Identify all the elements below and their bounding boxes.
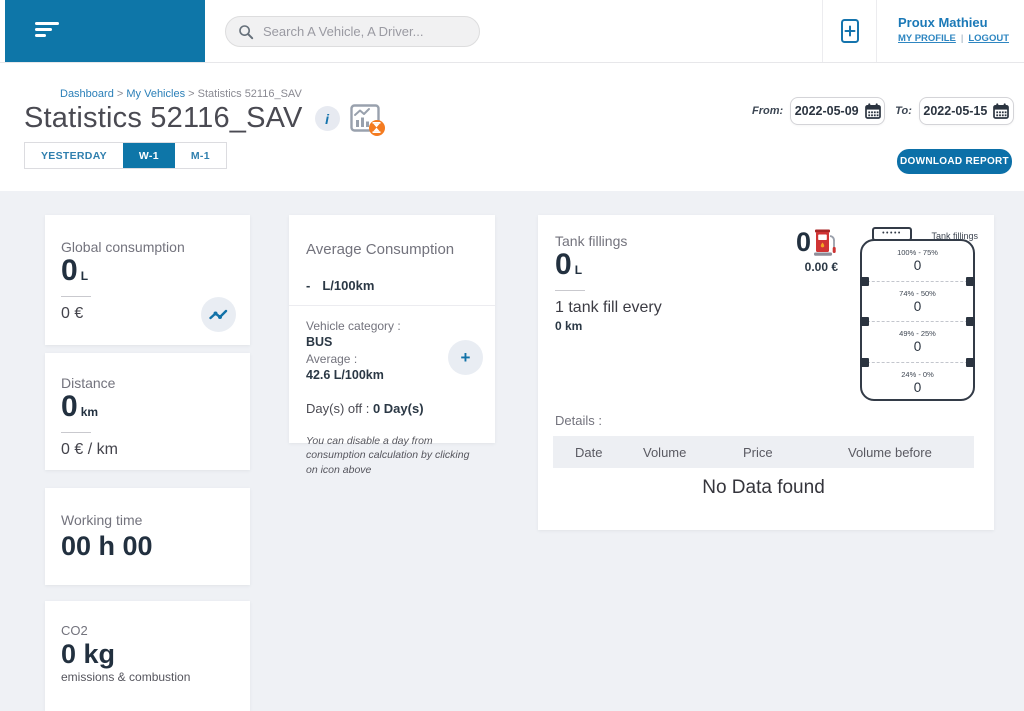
search-input[interactable] [263, 24, 467, 39]
tank-segment-2: 74% - 50% 0 [899, 288, 936, 314]
co2-subtitle: emissions & combustion [61, 670, 191, 685]
to-label: To: [895, 105, 912, 117]
calendar-icon [993, 103, 1010, 119]
divider [555, 289, 585, 291]
distance-unit: km [80, 405, 99, 419]
search-box [225, 16, 480, 47]
card-title: Average Consumption [306, 241, 455, 258]
menu-icon[interactable] [35, 22, 61, 40]
average-consumption-card: Average Consumption - L/100km Vehicle cat… [289, 215, 495, 476]
period-tabs: YESTERDAY W-1 M-1 [24, 142, 227, 169]
average-unit: L/100km [322, 278, 375, 293]
title-row: Statistics 52116_SAV i [24, 102, 385, 136]
app-window: Proux Mathieu MY PROFILE LOGOUT Dashboard… [0, 0, 1024, 711]
breadcrumb-current: Statistics 52116_SAV [197, 88, 302, 100]
working-time-card: Working time 00 h 00 [45, 488, 250, 585]
card-title: Tank fillings [555, 233, 628, 249]
tank-volume-unit: L [574, 263, 583, 277]
col-volume-before: Volume before [848, 444, 932, 460]
tank-volume-value: 0 [555, 248, 572, 281]
card-title: Global consumption [61, 239, 185, 255]
from-date-input[interactable]: 2022-05-09 [790, 97, 886, 125]
tank-fill-total-price: 0.00 € [804, 260, 839, 274]
no-data-message: No Data found [702, 477, 825, 498]
tab-w1[interactable]: W-1 [122, 143, 175, 168]
calendar-icon [864, 103, 881, 119]
col-date: Date [575, 444, 603, 460]
logout-link[interactable]: LOGOUT [968, 33, 1009, 44]
my-profile-link[interactable]: MY PROFILE [898, 33, 956, 44]
distance-cost: 0 € / km [61, 440, 118, 458]
logo-block [5, 0, 205, 62]
plus-icon: + [460, 348, 471, 367]
user-block: Proux Mathieu MY PROFILE LOGOUT [898, 15, 1016, 44]
tank-segment-1: 100% - 75% 0 [897, 248, 938, 274]
page-header-section: DashboardMy VehiclesStatistics 52116_SAV… [0, 64, 1024, 191]
col-volume: Volume [643, 444, 687, 460]
days-off-value: 0 Day(s) [372, 401, 424, 417]
page-title: Statistics 52116_SAV [24, 102, 303, 134]
days-off-note: You can disable a day from consumption c… [306, 434, 470, 477]
col-price: Price [743, 444, 773, 460]
tab-m1[interactable]: M-1 [174, 143, 226, 168]
days-off-label: Day(s) off : [306, 401, 373, 417]
vehicle-category-label: Vehicle category : [306, 319, 401, 333]
tank-fill-count: 0 [796, 227, 812, 257]
tank-body: 100% - 75% 0 74% - 50% 0 49% - 25% 0 24%… [860, 239, 975, 401]
tank-fill-count-group: 0 0.00 € [796, 227, 839, 275]
divider [61, 295, 91, 297]
consumption-unit: L [80, 269, 89, 283]
tank-fillings-card: Tank fillings 0L 1 tank fill every 0 km … [538, 215, 994, 530]
trend-line-icon [209, 309, 228, 319]
search-icon [239, 24, 254, 39]
download-report-button[interactable]: DOWNLOAD REPORT [897, 149, 1012, 174]
hourglass-badge-icon [368, 119, 385, 136]
fuel-pump-icon [814, 229, 836, 256]
co2-value: 0 kg [61, 639, 116, 669]
distance-card: Distance 0 km 0 € / km [45, 353, 250, 470]
details-label: Details : [555, 413, 602, 428]
tab-yesterday[interactable]: YESTERDAY [25, 143, 123, 168]
consumption-trend-button[interactable] [201, 297, 236, 332]
header-icon-cell [822, 0, 877, 62]
tank-segment-4: 24% - 0% 0 [901, 369, 934, 395]
top-bar: Proux Mathieu MY PROFILE LOGOUT [0, 0, 1024, 63]
tank-cap: ••••• [872, 227, 912, 241]
working-time-value: 00 h 00 [61, 531, 153, 561]
breadcrumb-my-vehicles[interactable]: My Vehicles [126, 88, 197, 100]
content-area: Global consumption 0L 0 € Distance 0 km 0… [0, 191, 1024, 711]
fill-frequency-distance: 0 km [555, 318, 583, 333]
to-date-value: 2022-05-15 [923, 104, 988, 118]
fill-frequency-label: 1 tank fill every [555, 298, 662, 316]
co2-card: CO2 0 kg emissions & combustion [45, 601, 250, 711]
distance-value: 0 [61, 390, 78, 423]
breadcrumb-dashboard[interactable]: Dashboard [60, 88, 126, 100]
info-icon[interactable]: i [314, 106, 340, 131]
to-date-input[interactable]: 2022-05-15 [918, 97, 1014, 125]
tank-diagram: Tank fillings ••••• 100% - 75% 0 74% - 5… [860, 227, 980, 407]
from-label: From: [752, 105, 784, 117]
card-title: Distance [61, 375, 116, 391]
stats-history-icon[interactable] [349, 103, 385, 136]
divider [61, 431, 91, 433]
file-plus-icon[interactable] [838, 17, 862, 45]
details-table-header: Date Volume Price Volume before [553, 436, 974, 468]
consumption-value: 0 [61, 254, 78, 287]
card-title: CO2 [61, 623, 88, 638]
card-title: Working time [61, 512, 143, 528]
breadcrumb: DashboardMy VehiclesStatistics 52116_SAV [60, 88, 302, 100]
date-filter: From: 2022-05-09 To: 2022-05-15 [752, 97, 1014, 125]
divider [289, 305, 495, 306]
links-separator [956, 33, 968, 44]
add-day-off-button[interactable]: + [448, 340, 483, 375]
user-name: Proux Mathieu [898, 15, 988, 30]
global-consumption-card: Global consumption 0L 0 € [45, 215, 250, 345]
tank-segment-3: 49% - 25% 0 [899, 329, 936, 355]
average-value: - [306, 278, 311, 293]
from-date-value: 2022-05-09 [794, 104, 859, 118]
